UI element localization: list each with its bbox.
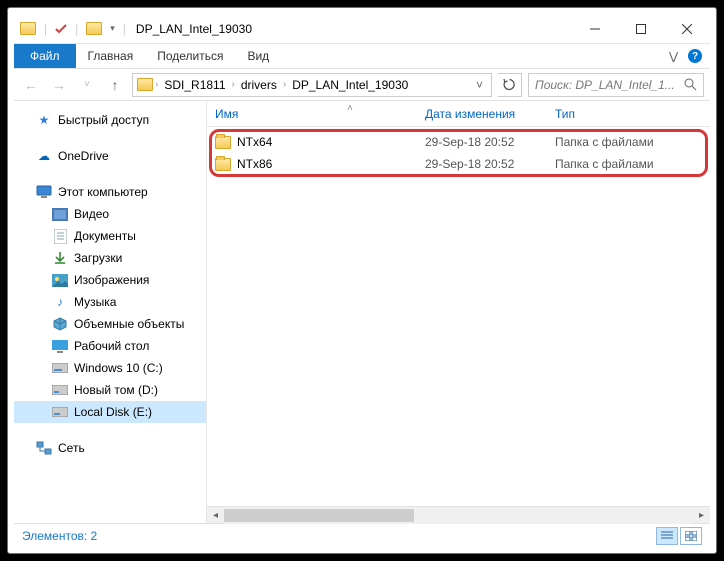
breadcrumb-item[interactable]: drivers: [237, 78, 281, 92]
chevron-right-icon[interactable]: ›: [232, 79, 235, 90]
drive-icon: [52, 404, 68, 420]
documents-icon: [52, 228, 68, 244]
this-pc[interactable]: Этот компьютер: [14, 181, 206, 203]
tab-share[interactable]: Поделиться: [145, 44, 235, 68]
qat-dropdown-icon[interactable]: ▾: [110, 23, 115, 34]
folder-context-icon: [86, 22, 102, 35]
breadcrumb-item[interactable]: DP_LAN_Intel_19030: [288, 78, 412, 92]
column-date[interactable]: Дата изменения: [425, 107, 555, 121]
chevron-right-icon[interactable]: ›: [155, 79, 158, 90]
qat-separator: |: [75, 22, 78, 36]
breadcrumb-root-icon[interactable]: [137, 78, 153, 91]
nav-history-icon[interactable]: ˅: [76, 74, 98, 96]
breadcrumb[interactable]: › SDI_R1811 › drivers › DP_LAN_Intel_190…: [132, 73, 492, 97]
window-title: DP_LAN_Intel_19030: [132, 22, 252, 36]
desktop-icon: [52, 338, 68, 354]
nav-drive-e[interactable]: Local Disk (E:): [14, 401, 206, 423]
column-type[interactable]: Тип: [555, 107, 710, 121]
sort-indicator-icon: ˄: [347, 103, 353, 114]
file-row[interactable]: NTx86 29-Sep-18 20:52 Папка с файлами: [207, 153, 710, 175]
file-tab[interactable]: Файл: [14, 44, 76, 68]
nav-network[interactable]: Сеть: [14, 437, 206, 459]
onedrive[interactable]: ☁ OneDrive: [14, 145, 206, 167]
refresh-button[interactable]: [498, 73, 522, 97]
breadcrumb-item[interactable]: SDI_R1811: [160, 78, 229, 92]
search-icon[interactable]: [684, 78, 697, 91]
close-button[interactable]: [664, 14, 710, 44]
column-headers: Имя ˄ Дата изменения Тип: [207, 101, 710, 127]
nav-drive-c[interactable]: Windows 10 (C:): [14, 357, 206, 379]
nav-drive-d[interactable]: Новый том (D:): [14, 379, 206, 401]
search-placeholder: Поиск: DP_LAN_Intel_1...: [535, 78, 675, 92]
chevron-right-icon[interactable]: ›: [283, 79, 286, 90]
cloud-icon: ☁: [36, 148, 52, 164]
status-bar: Элементов: 2: [14, 523, 710, 547]
qat-separator: |: [44, 22, 47, 36]
address-bar: ← → ˅ ↑ › SDI_R1811 › drivers › DP_LAN_I…: [14, 69, 710, 101]
navigation-pane: ★ Быстрый доступ ☁ OneDrive Этот компьют…: [14, 101, 207, 523]
app-icon: [20, 22, 36, 35]
status-item-count: Элементов: 2: [22, 529, 97, 543]
scroll-thumb[interactable]: [224, 509, 414, 522]
folder-icon: [215, 158, 231, 171]
scroll-right-icon[interactable]: ▸: [693, 510, 710, 521]
nav-back-button[interactable]: ←: [20, 74, 42, 96]
nav-desktop[interactable]: Рабочий стол: [14, 335, 206, 357]
drive-icon: [52, 382, 68, 398]
help-icon[interactable]: ?: [688, 49, 702, 63]
scroll-track[interactable]: [224, 507, 693, 524]
downloads-icon: [52, 250, 68, 266]
nav-pictures[interactable]: Изображения: [14, 269, 206, 291]
nav-downloads[interactable]: Загрузки: [14, 247, 206, 269]
expand-ribbon-icon[interactable]: ⋁: [669, 50, 678, 63]
checkmark-icon[interactable]: [55, 23, 67, 35]
view-icons-button[interactable]: [680, 527, 702, 545]
file-list-area: Имя ˄ Дата изменения Тип NTx64 29-Sep-18…: [207, 101, 710, 523]
qat-separator: |: [123, 22, 126, 36]
search-input[interactable]: Поиск: DP_LAN_Intel_1...: [528, 73, 704, 97]
pc-icon: [36, 184, 52, 200]
ribbon: Файл Главная Поделиться Вид ⋁ ?: [14, 44, 710, 69]
title-bar: | | ▾ | DP_LAN_Intel_19030: [14, 14, 710, 44]
video-icon: [52, 206, 68, 222]
minimize-button[interactable]: [572, 14, 618, 44]
quick-access[interactable]: ★ Быстрый доступ: [14, 109, 206, 131]
view-details-button[interactable]: [656, 527, 678, 545]
maximize-button[interactable]: [618, 14, 664, 44]
pictures-icon: [52, 272, 68, 288]
breadcrumb-dropdown-icon[interactable]: ˅: [472, 78, 487, 92]
horizontal-scrollbar[interactable]: ◂ ▸: [207, 506, 710, 523]
file-row[interactable]: NTx64 29-Sep-18 20:52 Папка с файлами: [207, 131, 710, 153]
explorer-window: | | ▾ | DP_LAN_Intel_19030 Файл Главная …: [14, 14, 710, 547]
scroll-left-icon[interactable]: ◂: [207, 510, 224, 521]
cube-icon: [52, 316, 68, 332]
nav-music[interactable]: ♪Музыка: [14, 291, 206, 313]
music-icon: ♪: [52, 294, 68, 310]
tab-home[interactable]: Главная: [76, 44, 146, 68]
tab-view[interactable]: Вид: [235, 44, 281, 68]
nav-documents[interactable]: Документы: [14, 225, 206, 247]
file-list[interactable]: NTx64 29-Sep-18 20:52 Папка с файлами NT…: [207, 127, 710, 506]
star-icon: ★: [36, 112, 52, 128]
nav-videos[interactable]: Видео: [14, 203, 206, 225]
nav-forward-button[interactable]: →: [48, 74, 70, 96]
drive-icon: [52, 360, 68, 376]
folder-icon: [215, 136, 231, 149]
column-name[interactable]: Имя: [215, 107, 425, 121]
nav-up-button[interactable]: ↑: [104, 74, 126, 96]
nav-3d-objects[interactable]: Объемные объекты: [14, 313, 206, 335]
network-icon: [36, 440, 52, 456]
